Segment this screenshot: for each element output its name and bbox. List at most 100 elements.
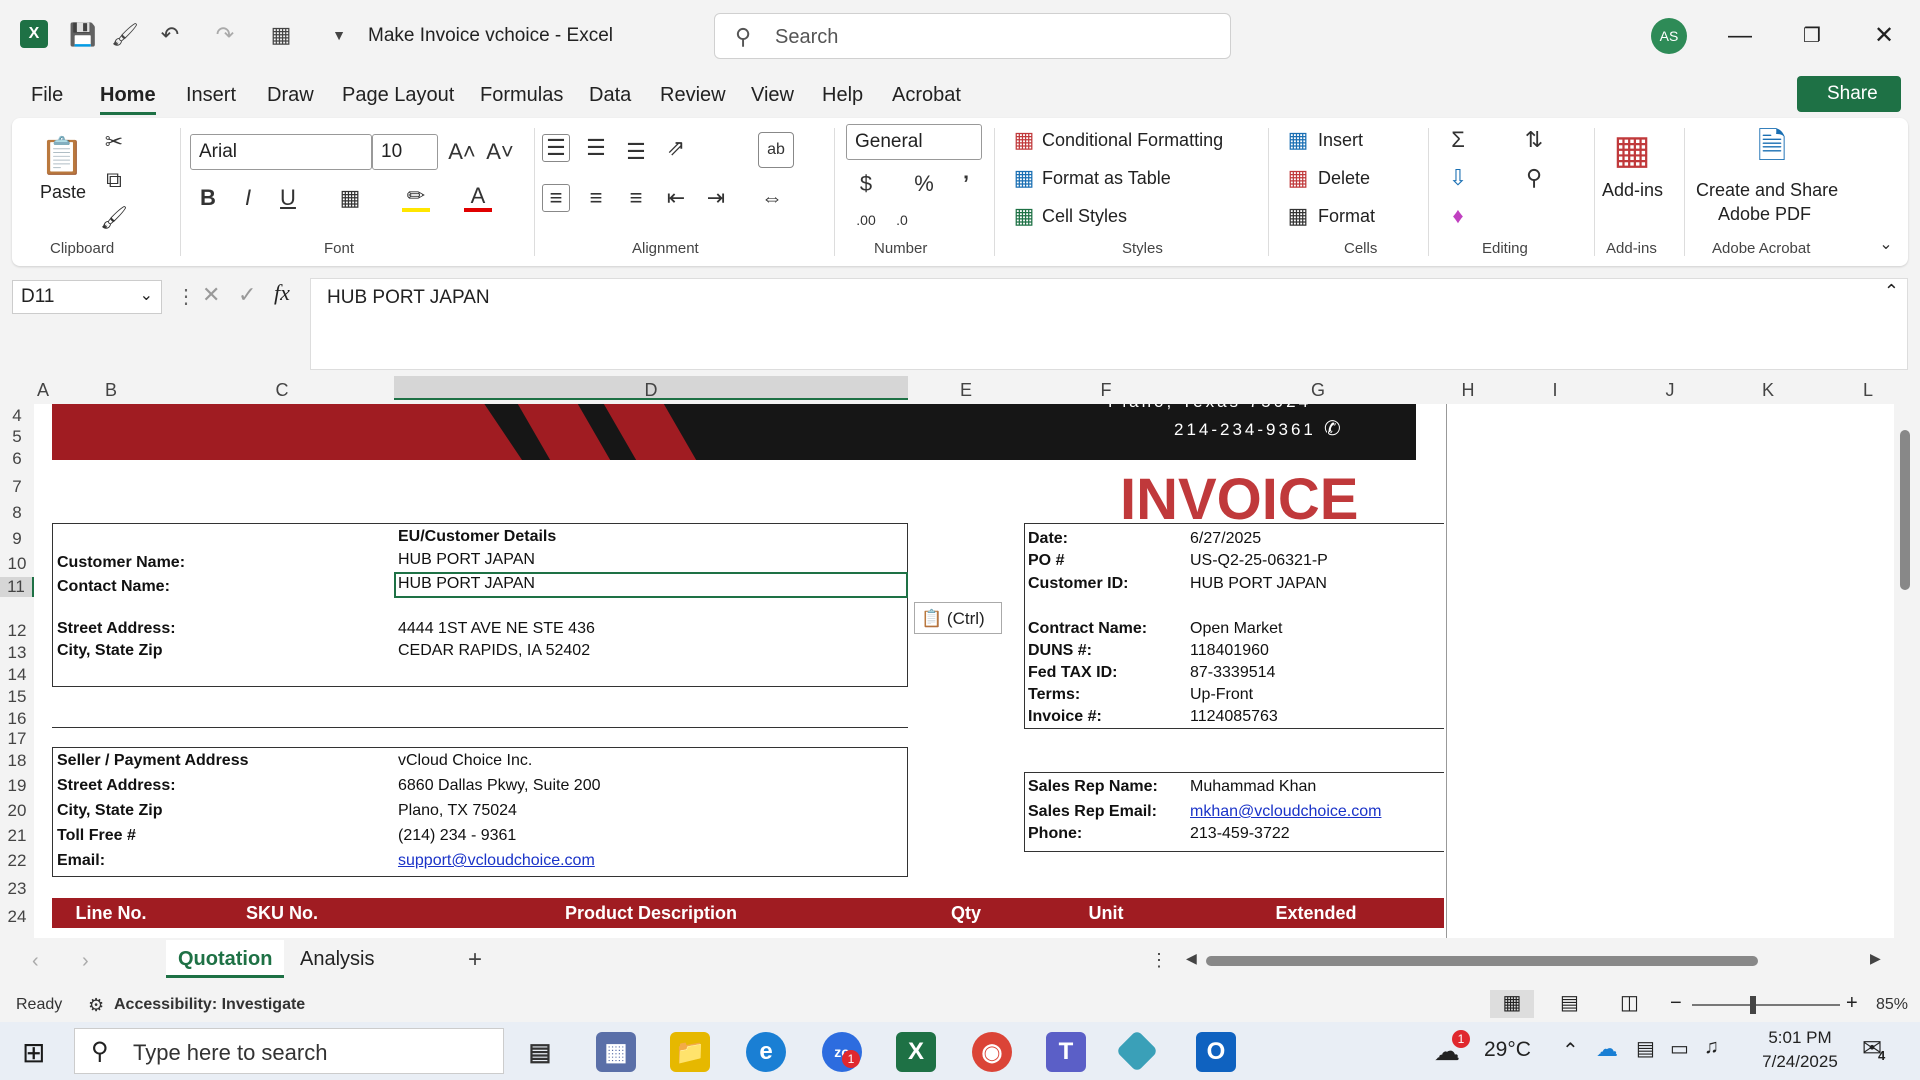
accessibility-status[interactable]: Accessibility: Investigate [114, 996, 305, 1014]
invoice-number-cell[interactable]: 1124085763 [1190, 708, 1278, 726]
align-left-icon[interactable]: ≡ [542, 184, 570, 212]
scroll-left-icon[interactable]: ◀ [1186, 950, 1197, 967]
fill-color-icon[interactable]: ✏ [402, 183, 430, 212]
paste-options-button[interactable]: 📋 (Ctrl) [914, 602, 1002, 634]
row-header[interactable]: 11 [0, 577, 34, 597]
volume-icon[interactable]: ♫ [1704, 1036, 1719, 1059]
vertical-scroll-thumb[interactable] [1900, 430, 1910, 590]
app-diamond-icon[interactable] [1115, 1029, 1159, 1073]
paste-icon[interactable]: 📋 [40, 134, 85, 178]
phone-cell[interactable]: 213-459-3722 [1190, 825, 1290, 843]
row-header[interactable]: 14 [0, 665, 34, 685]
tab-draw[interactable]: Draw [267, 84, 314, 107]
align-middle-icon[interactable]: ☰ [582, 134, 610, 162]
contact-name-cell[interactable]: HUB PORT JAPAN [398, 575, 535, 593]
fed-tax-cell[interactable]: 87-3339514 [1190, 664, 1275, 682]
restore-button[interactable]: ❐ [1792, 18, 1832, 54]
row-header[interactable]: 7 [0, 477, 34, 497]
taskbar-time[interactable]: 5:01 PM [1750, 1028, 1850, 1048]
save-icon[interactable]: 💾 [68, 20, 98, 50]
name-box[interactable]: D11 ⌄ [12, 280, 162, 314]
align-center-icon[interactable]: ≡ [582, 184, 610, 212]
seller-city-cell[interactable]: Plano, TX 75024 [398, 802, 517, 820]
zoom-out-icon[interactable]: − [1670, 992, 1682, 1015]
underline-icon[interactable]: U [274, 184, 302, 212]
tab-review[interactable]: Review [660, 84, 726, 107]
tab-data[interactable]: Data [589, 84, 631, 107]
currency-icon[interactable]: $ [852, 170, 880, 198]
tab-view[interactable]: View [751, 84, 794, 107]
share-button[interactable]: Share [1797, 76, 1901, 112]
row-header[interactable]: 16 [0, 709, 34, 729]
cancel-entry-icon[interactable]: ✕ [202, 282, 220, 308]
tab-page-layout[interactable]: Page Layout [342, 84, 454, 107]
taskbar-search-input[interactable]: ⚲ Type here to search [74, 1028, 504, 1074]
delete-cells-button[interactable]: Delete [1318, 168, 1370, 189]
collapse-ribbon-icon[interactable]: ⌄ [1872, 230, 1900, 258]
increase-indent-icon[interactable]: ⇥ [702, 184, 730, 212]
copy-icon[interactable]: ⧉ [100, 166, 128, 194]
decrease-indent-icon[interactable]: ⇤ [662, 184, 690, 212]
font-color-icon[interactable]: A [464, 183, 492, 212]
tab-help[interactable]: Help [822, 84, 863, 107]
create-share-pdf-line1[interactable]: Create and Share [1696, 180, 1838, 201]
row-header[interactable]: 5 [0, 427, 34, 447]
sales-rep-email-link[interactable]: mkhan@vcloudchoice.com [1190, 803, 1381, 821]
sheet-tab-quotation[interactable]: Quotation [166, 940, 285, 978]
row-header[interactable]: 10 [0, 554, 34, 574]
zoom-level[interactable]: 85% [1876, 996, 1908, 1014]
customize-qat-icon[interactable]: ▼ [324, 20, 354, 50]
increase-font-icon[interactable]: A˄ [448, 138, 476, 166]
tab-formulas[interactable]: Formulas [480, 84, 563, 107]
col-header[interactable]: I [1488, 380, 1622, 401]
more-options-icon[interactable]: ⋮ [176, 284, 196, 309]
collapse-formula-icon[interactable]: ⌃ [1884, 281, 1899, 302]
row-header[interactable]: 24 [0, 907, 34, 927]
contract-cell[interactable]: Open Market [1190, 620, 1282, 638]
prev-sheet-icon[interactable]: ‹ [32, 950, 39, 973]
format-cells-button[interactable]: Format [1318, 206, 1375, 227]
battery-icon[interactable]: ▤ [1636, 1036, 1655, 1061]
row-header[interactable]: 12 [0, 621, 34, 641]
decrease-decimal-icon[interactable]: .0 [888, 206, 916, 234]
task-view-icon[interactable]: ▤ [520, 1032, 560, 1072]
decrease-font-icon[interactable]: A˅ [486, 138, 514, 166]
file-explorer-icon[interactable]: 📁 [670, 1032, 710, 1072]
row-header[interactable]: 23 [0, 879, 34, 899]
horizontal-scroll-thumb[interactable] [1206, 956, 1758, 966]
page-break-view-icon[interactable]: ◫ [1620, 990, 1639, 1015]
normal-view-icon[interactable]: ▦ [1490, 990, 1534, 1018]
format-painter-button-icon[interactable]: 🖌 [100, 204, 128, 232]
sheet-tab-analysis[interactable]: Analysis [300, 948, 374, 971]
font-name-select[interactable]: Arial [190, 134, 372, 170]
row-header[interactable]: 18 [0, 751, 34, 771]
increase-decimal-icon[interactable]: .00 [852, 206, 880, 234]
row-header[interactable]: 20 [0, 801, 34, 821]
row-header[interactable]: 13 [0, 643, 34, 663]
po-cell[interactable]: US-Q2-25-06321-P [1190, 552, 1328, 570]
edge-icon[interactable]: e [746, 1032, 786, 1072]
tab-acrobat[interactable]: Acrobat [892, 84, 961, 107]
zoom-in-icon[interactable]: + [1846, 992, 1858, 1015]
align-top-icon[interactable]: ☰ [542, 134, 570, 162]
font-size-select[interactable]: 10 [372, 134, 438, 170]
borders-icon[interactable]: ▦ [336, 184, 364, 212]
cell-styles-button[interactable]: Cell Styles [1042, 206, 1127, 227]
zoom-slider[interactable] [1692, 1004, 1840, 1006]
bold-icon[interactable]: B [194, 184, 222, 212]
city-cell[interactable]: CEDAR RAPIDS, IA 52402 [398, 642, 590, 660]
row-header[interactable]: 22 [0, 851, 34, 871]
row-header[interactable]: 9 [0, 529, 34, 549]
autosum-icon[interactable]: Σ [1444, 126, 1472, 154]
street-cell[interactable]: 4444 1ST AVE NE STE 436 [398, 620, 595, 638]
formula-input[interactable]: HUB PORT JAPAN ⌃ [310, 278, 1908, 370]
zoom-slider-thumb[interactable] [1750, 996, 1756, 1014]
page-layout-view-icon[interactable]: ▤ [1560, 990, 1579, 1015]
comma-style-icon[interactable]: ’ [952, 170, 980, 198]
col-header[interactable]: E [908, 380, 1024, 401]
paste-button[interactable]: Paste [40, 182, 86, 203]
find-select-icon[interactable]: ⚲ [1520, 164, 1548, 192]
toll-free-cell[interactable]: (214) 234 - 9361 [398, 827, 516, 845]
next-sheet-icon[interactable]: › [82, 950, 89, 973]
chrome-icon[interactable]: ◉ [972, 1032, 1012, 1072]
